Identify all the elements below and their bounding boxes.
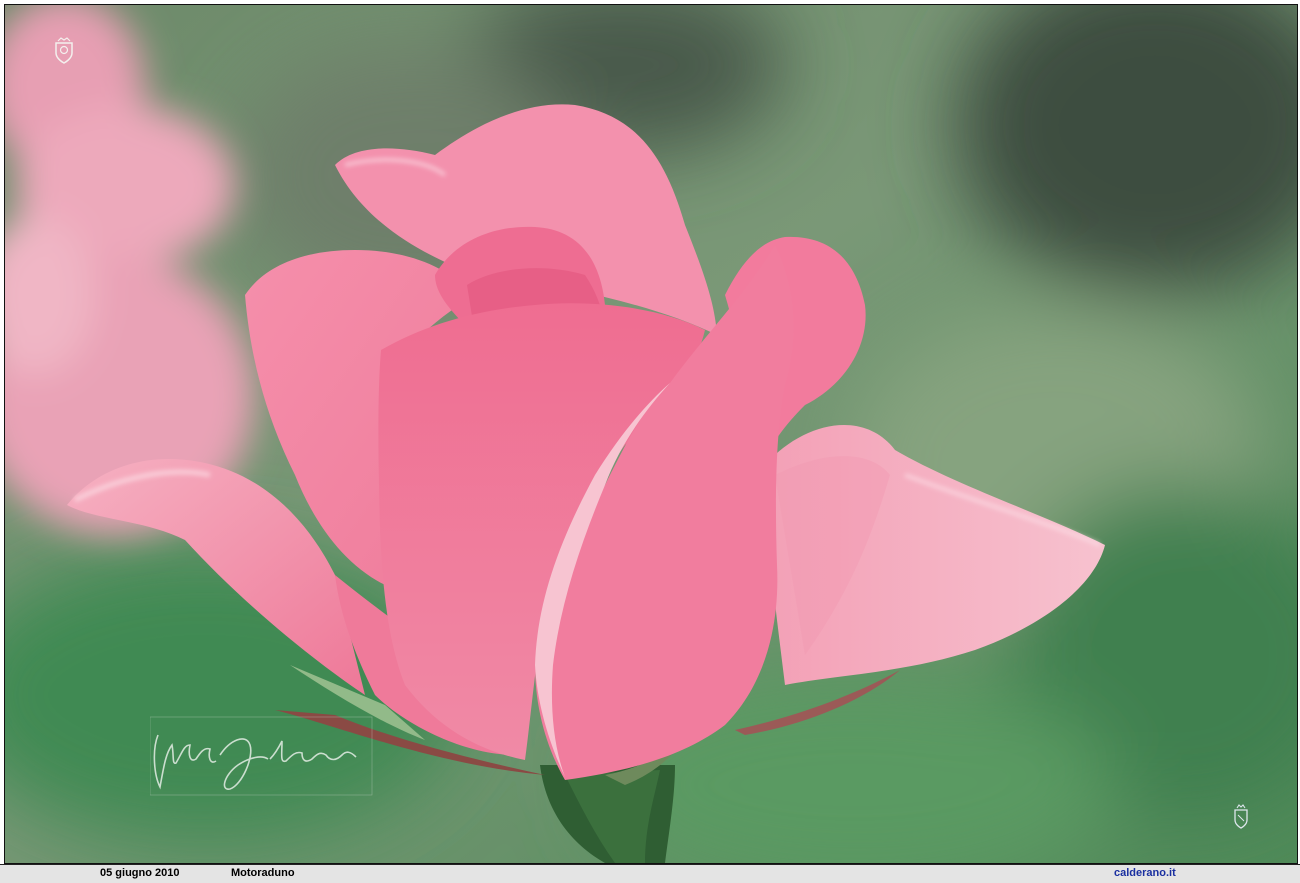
caption-site-link[interactable]: calderano.it (1114, 867, 1176, 879)
caption-bar: 05 giugno 2010 Motoraduno calderano.it (0, 864, 1300, 883)
caption-date: 05 giugno 2010 (100, 867, 180, 879)
crest-logo-small-icon (1234, 804, 1248, 829)
signature-watermark (150, 716, 373, 796)
photo-frame: 05 giugno 2010 Motoraduno calderano.it (0, 0, 1300, 883)
caption-event: Motoraduno (231, 867, 295, 879)
crest-logo-icon (55, 37, 73, 64)
